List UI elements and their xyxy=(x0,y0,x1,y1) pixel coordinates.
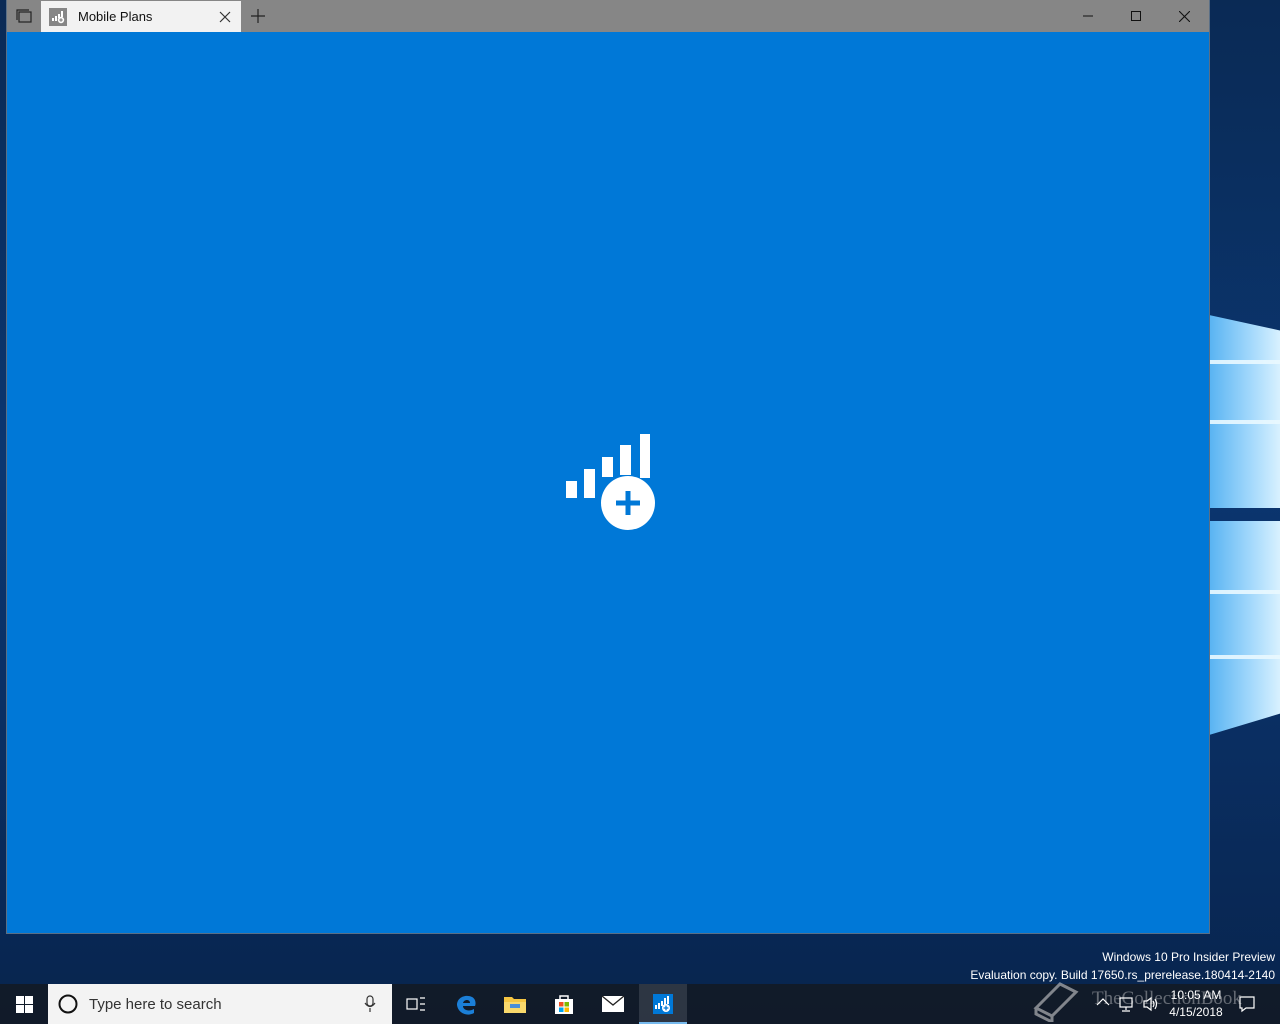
mobile-plans-window: Mobile Plans xyxy=(7,0,1209,933)
windows-start-icon xyxy=(15,995,33,1013)
tab-mobile-plans[interactable]: Mobile Plans xyxy=(41,1,241,32)
mobile-plans-icon xyxy=(49,7,67,26)
close-tab-icon[interactable] xyxy=(217,9,233,25)
task-view-icon xyxy=(16,9,32,23)
title-bar[interactable]: Mobile Plans xyxy=(7,0,1209,32)
folder-icon xyxy=(504,997,526,1013)
microphone-icon[interactable] xyxy=(364,995,376,1013)
cortana-icon xyxy=(58,994,78,1014)
build-watermark-line1: Windows 10 Pro Insider Preview xyxy=(1102,950,1275,964)
signal-plus-icon xyxy=(566,434,655,530)
store-taskbar-button[interactable] xyxy=(540,984,588,1024)
minimize-button[interactable] xyxy=(1065,0,1111,32)
mobile-plans-icon xyxy=(653,994,673,1014)
task-view-icon xyxy=(406,997,425,1011)
taskbar: Type here to search 10:05 AM 4/15/2018 xyxy=(0,982,1280,1024)
maximize-button[interactable] xyxy=(1113,0,1159,32)
maximize-icon xyxy=(1131,11,1141,21)
mail-icon xyxy=(601,995,625,1012)
mail-taskbar-button[interactable] xyxy=(589,984,637,1024)
store-icon xyxy=(555,995,573,1014)
file-explorer-taskbar-button[interactable] xyxy=(491,984,539,1024)
desktop-windows-logo xyxy=(1209,300,1280,740)
search-box[interactable]: Type here to search xyxy=(48,984,392,1024)
site-watermark: TheCollectionBook xyxy=(1092,988,1242,1009)
search-placeholder: Type here to search xyxy=(89,995,222,1013)
plus-icon xyxy=(251,9,265,23)
task-view-button[interactable] xyxy=(7,0,41,32)
build-watermark-line2: Evaluation copy. Build 17650.rs_prerelea… xyxy=(970,968,1275,982)
start-button[interactable] xyxy=(0,984,48,1024)
close-window-button[interactable] xyxy=(1161,0,1207,32)
tab-title: Mobile Plans xyxy=(78,9,153,24)
edge-taskbar-button[interactable] xyxy=(442,984,490,1024)
edge-icon xyxy=(457,995,476,1015)
task-view-taskbar-button[interactable] xyxy=(392,984,440,1024)
watermark-book-icon xyxy=(1033,982,1079,1022)
close-icon xyxy=(1178,10,1190,22)
minimize-icon xyxy=(1083,15,1093,17)
new-tab-button[interactable] xyxy=(245,0,271,32)
mobile-plans-taskbar-button[interactable] xyxy=(639,984,687,1024)
